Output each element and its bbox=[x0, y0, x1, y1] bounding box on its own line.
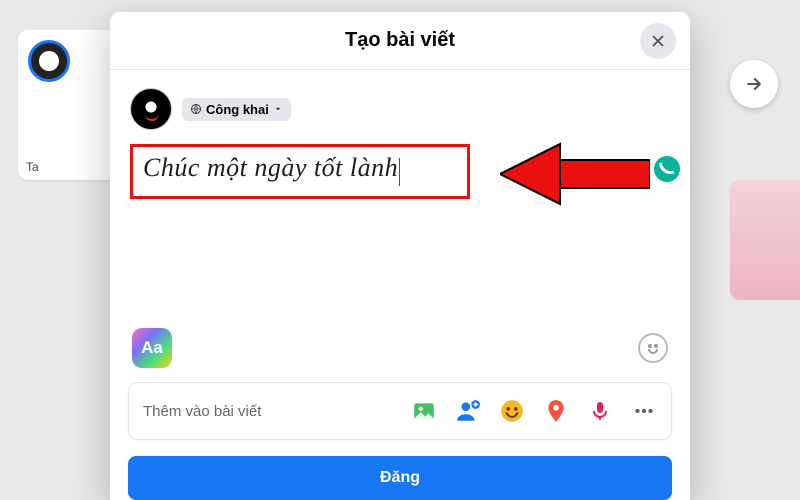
caret-down-icon bbox=[273, 104, 283, 114]
modal-header: Tạo bài viết bbox=[110, 12, 690, 70]
globe-icon bbox=[190, 103, 202, 115]
text-caret bbox=[399, 158, 400, 186]
check-in-button[interactable] bbox=[543, 398, 569, 424]
more-dots-icon bbox=[631, 398, 657, 424]
story-label: Ta bbox=[26, 160, 39, 174]
attach-icons bbox=[411, 398, 657, 424]
post-text: Chúc một ngày tốt lành bbox=[143, 153, 398, 182]
user-avatar[interactable] bbox=[130, 88, 172, 130]
post-button-label: Đăng bbox=[380, 469, 420, 487]
tag-people-button[interactable] bbox=[455, 398, 481, 424]
person-plus-icon bbox=[455, 398, 481, 424]
aa-label: Aa bbox=[141, 338, 163, 358]
backdrop: Ta Tạo bài viết Công khai Chúc một bbox=[0, 0, 800, 500]
annotation-highlight-box: Chúc một ngày tốt lành bbox=[130, 144, 470, 199]
microphone-icon bbox=[588, 399, 612, 423]
spacer bbox=[110, 203, 690, 328]
smile-icon bbox=[648, 349, 658, 354]
background-decoration bbox=[730, 180, 800, 300]
privacy-label: Công khai bbox=[206, 102, 269, 117]
background-style-button[interactable]: Aa bbox=[132, 328, 172, 368]
status-indicator-icon[interactable] bbox=[654, 156, 680, 182]
more-button[interactable] bbox=[631, 398, 657, 424]
privacy-selector[interactable]: Công khai bbox=[182, 98, 291, 121]
close-button[interactable] bbox=[640, 23, 676, 59]
modal-title: Tạo bài viết bbox=[345, 29, 455, 52]
user-row: Công khai bbox=[110, 70, 690, 134]
photo-video-button[interactable] bbox=[411, 398, 437, 424]
annotation-arrow-icon bbox=[500, 138, 650, 208]
mic-button[interactable] bbox=[587, 398, 613, 424]
attach-row[interactable]: Thêm vào bài viết bbox=[128, 382, 672, 440]
arrow-right-icon bbox=[744, 74, 764, 94]
feeling-icon bbox=[499, 398, 525, 424]
story-card[interactable]: Ta bbox=[18, 30, 118, 180]
stories-next-button[interactable] bbox=[730, 60, 778, 108]
post-button[interactable]: Đăng bbox=[128, 456, 672, 500]
create-post-modal: Tạo bài viết Công khai Chúc một ngày tốt… bbox=[110, 12, 690, 500]
story-avatar bbox=[28, 40, 70, 82]
feeling-button[interactable] bbox=[499, 398, 525, 424]
location-pin-icon bbox=[543, 398, 569, 424]
format-row: Aa bbox=[110, 328, 690, 382]
post-textarea[interactable]: Chúc một ngày tốt lành bbox=[130, 144, 670, 199]
photo-icon bbox=[411, 398, 437, 424]
emoji-button[interactable] bbox=[638, 333, 668, 363]
attach-label: Thêm vào bài viết bbox=[143, 403, 261, 420]
close-icon bbox=[649, 32, 667, 50]
